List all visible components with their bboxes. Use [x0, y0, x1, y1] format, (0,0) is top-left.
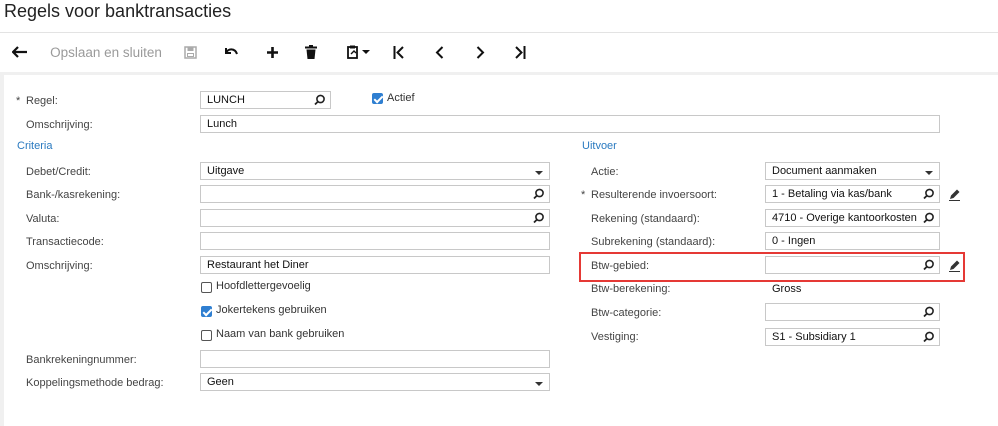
bank-account-number-label: Bankrekeningnummer: — [26, 354, 137, 366]
active-label: Actief — [387, 92, 415, 104]
search-icon[interactable] — [923, 188, 935, 200]
bank-account-field[interactable] — [200, 185, 550, 203]
delete-button[interactable] — [300, 33, 322, 71]
chevron-down-icon — [535, 171, 543, 175]
undo-icon — [224, 48, 238, 55]
rule-label: Regel: — [16, 95, 58, 107]
next-record-button[interactable] — [469, 33, 491, 71]
account-field[interactable]: 4710 - Overige kantoorkosten — [765, 209, 940, 227]
undo-button[interactable] — [220, 33, 242, 71]
chevron-down-icon — [535, 382, 543, 386]
bank-account-number-field[interactable] — [200, 350, 550, 368]
currency-field[interactable] — [200, 209, 550, 227]
previous-record-button[interactable] — [428, 33, 450, 71]
search-icon[interactable] — [923, 212, 935, 224]
output-section-title: Uitvoer — [582, 140, 617, 152]
criteria-section-title: Criteria — [17, 140, 53, 152]
action-value: Document aanmaken — [772, 165, 877, 177]
doc-type-field[interactable]: 1 - Betaling via kas/bank — [765, 185, 940, 203]
tax-category-field[interactable] — [765, 303, 940, 321]
save-close-button[interactable]: Opslaan en sluiten — [48, 33, 164, 71]
save-close-label: Opslaan en sluiten — [50, 44, 162, 60]
case-sensitive-label: Hoofdlettergevoelig — [216, 280, 311, 292]
last-page-icon — [515, 45, 526, 59]
search-icon[interactable] — [533, 212, 545, 224]
next-icon — [476, 45, 484, 59]
previous-icon — [435, 45, 443, 59]
save-icon — [183, 45, 197, 59]
first-page-icon — [393, 45, 404, 59]
back-button[interactable] — [8, 33, 32, 71]
currency-label: Valuta: — [26, 213, 60, 225]
first-record-button[interactable] — [388, 33, 410, 71]
tax-calc-label: Btw-berekening: — [591, 283, 671, 295]
wildcards-label: Jokertekens gebruiken — [216, 304, 327, 316]
last-record-button[interactable] — [509, 33, 531, 71]
doc-type-value: 1 - Betaling via kas/bank — [772, 188, 892, 200]
case-sensitive-checkbox[interactable] — [201, 282, 212, 293]
subaccount-value: 0 - Ingen — [772, 235, 816, 247]
search-icon[interactable] — [314, 94, 326, 106]
chevron-down-icon — [361, 50, 370, 54]
search-icon[interactable] — [533, 188, 545, 200]
doc-type-label: Resulterende invoersoort: — [581, 189, 717, 201]
transaction-code-label: Transactiecode: — [26, 236, 104, 248]
toolbar: Opslaan en sluiten — [0, 32, 998, 71]
account-value: 4710 - Overige kantoorkosten — [772, 212, 917, 224]
branch-label: Vestiging: — [591, 331, 639, 343]
tax-category-label: Btw-categorie: — [591, 307, 662, 319]
bank-name-label: Naam van bank gebruiken — [216, 328, 345, 340]
trash-icon — [305, 45, 317, 59]
action-select[interactable]: Document aanmaken — [765, 162, 940, 180]
debit-credit-select[interactable]: Uitgave — [200, 162, 550, 180]
back-arrow-icon — [12, 46, 27, 58]
action-label: Actie: — [591, 166, 619, 178]
subaccount-label: Subrekening (standaard): — [591, 236, 716, 248]
amount-matching-label: Koppelingsmethode bedrag: — [26, 377, 164, 389]
save-button[interactable] — [180, 33, 200, 71]
account-label: Rekening (standaard): — [591, 213, 700, 225]
description-label: Omschrijving: — [26, 119, 93, 131]
search-icon[interactable] — [923, 331, 935, 343]
description-value: Lunch — [207, 118, 237, 130]
description-field[interactable]: Lunch — [200, 115, 940, 133]
highlight-box — [579, 252, 965, 282]
subaccount-field[interactable]: 0 - Ingen — [765, 232, 940, 250]
branch-value: S1 - Subsidiary 1 — [772, 331, 856, 343]
criteria-description-label: Omschrijving: — [26, 260, 93, 272]
rule-field[interactable]: LUNCH — [200, 91, 331, 109]
rule-value: LUNCH — [207, 94, 245, 106]
amount-matching-value: Geen — [207, 376, 234, 388]
bank-name-checkbox[interactable] — [201, 330, 212, 341]
debit-credit-label: Debet/Credit: — [26, 166, 91, 178]
tax-calc-value: Gross — [772, 283, 802, 295]
edit-pencil-icon[interactable] — [948, 188, 961, 201]
copy-paste-icon — [346, 45, 358, 59]
active-checkbox[interactable] — [372, 93, 383, 104]
plus-icon — [266, 46, 278, 58]
criteria-description-field[interactable]: Restaurant het Diner — [200, 256, 550, 274]
debit-credit-value: Uitgave — [207, 165, 245, 177]
wildcards-checkbox[interactable] — [201, 306, 212, 317]
amount-matching-select[interactable]: Geen — [200, 373, 550, 391]
criteria-description-value: Restaurant het Diner — [207, 259, 309, 271]
form-panel: Regel: LUNCH Actief Omschrijving: Lunch … — [4, 75, 998, 426]
transaction-code-field[interactable] — [200, 232, 550, 250]
bank-account-label: Bank-/kasrekening: — [26, 189, 121, 201]
chevron-down-icon — [925, 171, 933, 175]
search-icon[interactable] — [923, 306, 935, 318]
page-title: Regels voor banktransacties — [4, 1, 232, 21]
branch-field[interactable]: S1 - Subsidiary 1 — [765, 328, 940, 346]
content-area: Regel: LUNCH Actief Omschrijving: Lunch … — [0, 72, 998, 426]
copy-paste-button[interactable] — [342, 33, 374, 71]
add-button[interactable] — [261, 33, 283, 71]
